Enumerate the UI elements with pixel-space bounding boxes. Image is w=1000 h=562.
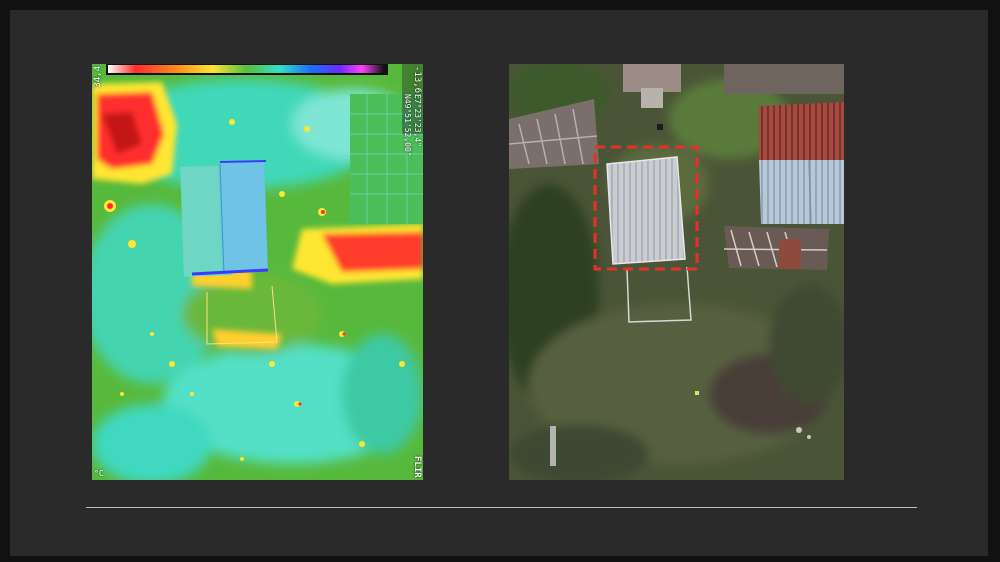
thermal-image-canvas — [92, 64, 423, 480]
thermal-image: 34,4 -13,6 N49°51'52,00" E7°23'23,4" FLI… — [92, 64, 423, 480]
aerial-photo-canvas — [509, 64, 844, 480]
thermal-scale-max: 34,4 — [93, 66, 103, 88]
aerial-photo — [509, 64, 844, 480]
flir-logo: FLIR — [412, 456, 422, 478]
temperature-unit: °C — [94, 469, 104, 478]
gps-latitude: N49°51'52,00" — [403, 94, 412, 157]
slide: 34,4 -13,6 N49°51'52,00" E7°23'23,4" FLI… — [10, 10, 988, 556]
divider-line — [86, 507, 917, 508]
thermal-scale-min: -13,6 — [412, 66, 422, 94]
gps-longitude: E7°23'23,4" — [413, 94, 422, 147]
